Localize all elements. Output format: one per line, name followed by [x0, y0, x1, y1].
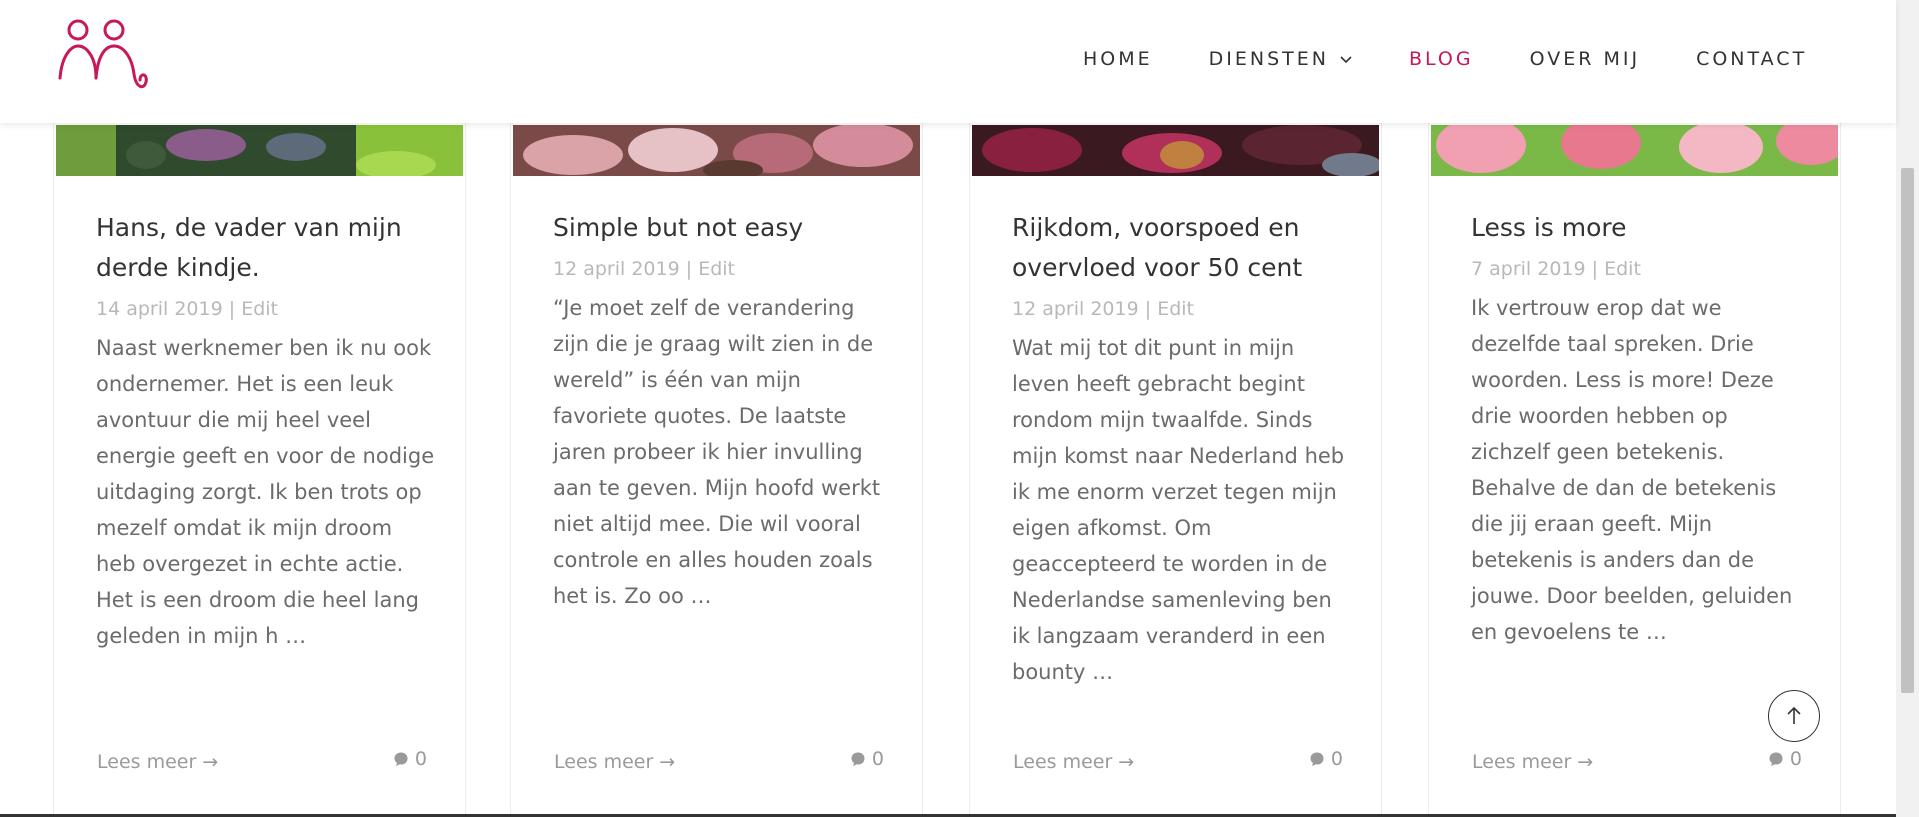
comment-bubble-icon: [1310, 752, 1324, 766]
edit-link[interactable]: Edit: [1157, 298, 1194, 320]
post-thumbnail[interactable]: [513, 125, 920, 176]
site-header: HOME DIENSTEN BLOG OVER MIJ CONTACT: [0, 0, 1896, 123]
meta-separator: |: [228, 298, 242, 320]
edit-link[interactable]: Edit: [698, 258, 735, 280]
comment-count-value: 0: [871, 748, 884, 770]
card-body: Less is more 7 april 2019 | Edit Ik vert…: [1471, 208, 1811, 650]
post-date: 7 april 2019: [1471, 258, 1586, 280]
post-excerpt: Wat mij tot dit punt in mijn leven heeft…: [1012, 336, 1345, 684]
read-more-link[interactable]: Lees meer →: [97, 751, 218, 773]
nav-home[interactable]: HOME: [1083, 48, 1153, 70]
post-date: 14 april 2019: [96, 298, 223, 320]
card-body: Simple but not easy 12 april 2019 | Edit…: [553, 208, 893, 614]
post-thumbnail[interactable]: [972, 125, 1379, 176]
comment-count[interactable]: 0: [850, 748, 884, 770]
card-body: Rijkdom, voorspoed en overvloed voor 50 …: [1012, 208, 1352, 690]
comment-bubble-icon: [851, 752, 865, 766]
edit-link[interactable]: Edit: [241, 298, 278, 320]
comment-count-value: 0: [1789, 748, 1802, 770]
nav-home-label: HOME: [1083, 48, 1153, 70]
post-title[interactable]: Simple but not easy: [553, 208, 893, 248]
blog-card: Rijkdom, voorspoed en overvloed voor 50 …: [969, 100, 1382, 817]
nav-blog-label: BLOG: [1408, 48, 1474, 70]
blog-card: Hans, de vader van mijn derde kindje. 14…: [53, 100, 466, 817]
blog-card: Simple but not easy 12 april 2019 | Edit…: [510, 100, 923, 817]
comment-bubble-icon: [1769, 752, 1783, 766]
nav-blog[interactable]: BLOG: [1409, 48, 1474, 70]
flowers-image: [513, 125, 920, 176]
read-more-link[interactable]: Lees meer →: [1472, 751, 1593, 773]
nav-contact-label: CONTACT: [1696, 48, 1808, 70]
post-excerpt: “Je moet zelf de verandering zijn die je…: [553, 296, 881, 608]
two-figures-logo-icon: [58, 19, 148, 89]
post-excerpt: Naast werknemer ben ik nu ook ondernemer…: [96, 336, 435, 648]
post-thumbnail[interactable]: [56, 125, 463, 176]
site-logo[interactable]: [54, 16, 154, 96]
read-more-link[interactable]: Lees meer →: [1013, 751, 1134, 773]
comment-bubble-icon: [394, 752, 408, 766]
back-to-top-button[interactable]: [1768, 690, 1820, 742]
edit-link[interactable]: Edit: [1604, 258, 1641, 280]
thistle-image: [56, 125, 463, 176]
nav-diensten-label: DIENSTEN: [1208, 48, 1329, 70]
meta-separator: |: [1144, 298, 1158, 320]
main-nav: HOME DIENSTEN BLOG OVER MIJ CONTACT: [1083, 48, 1807, 70]
post-title[interactable]: Less is more: [1471, 208, 1811, 248]
read-more-link[interactable]: Lees meer →: [554, 751, 675, 773]
chevron-down-icon: [1340, 56, 1352, 64]
meta-separator: |: [1591, 258, 1605, 280]
nav-contact[interactable]: CONTACT: [1696, 48, 1807, 70]
card-footer: Lees meer → 0: [97, 748, 427, 781]
arrow-up-icon: [1787, 706, 1801, 724]
scrollbar-thumb[interactable]: [1901, 168, 1914, 693]
post-meta: 14 april 2019 | Edit: [96, 294, 436, 324]
nav-over-mij[interactable]: OVER MIJ: [1530, 48, 1640, 70]
post-title[interactable]: Rijkdom, voorspoed en overvloed voor 50 …: [1012, 208, 1352, 288]
post-meta: 7 april 2019 | Edit: [1471, 254, 1811, 284]
card-footer: Lees meer → 0: [1472, 748, 1802, 781]
card-body: Hans, de vader van mijn derde kindje. 14…: [96, 208, 436, 654]
comment-count[interactable]: 0: [393, 748, 427, 770]
nav-diensten[interactable]: DIENSTEN: [1209, 48, 1353, 70]
tulips-image: [1431, 125, 1838, 176]
comment-count-value: 0: [1330, 748, 1343, 770]
post-meta: 12 april 2019 | Edit: [1012, 294, 1352, 324]
comment-count-value: 0: [414, 748, 427, 770]
post-meta: 12 april 2019 | Edit: [553, 254, 893, 284]
post-excerpt: Ik vertrouw erop dat we dezelfde taal sp…: [1471, 296, 1793, 644]
nav-over-mij-label: OVER MIJ: [1529, 48, 1641, 70]
card-footer: Lees meer → 0: [554, 748, 884, 781]
post-date: 12 april 2019: [553, 258, 680, 280]
comment-count[interactable]: 0: [1768, 748, 1802, 770]
page-scrollbar[interactable]: [1896, 0, 1919, 817]
offering-image: [972, 125, 1379, 176]
post-title[interactable]: Hans, de vader van mijn derde kindje.: [96, 208, 436, 288]
comment-count[interactable]: 0: [1309, 748, 1343, 770]
post-thumbnail[interactable]: [1431, 125, 1838, 176]
post-date: 12 april 2019: [1012, 298, 1139, 320]
meta-separator: |: [685, 258, 699, 280]
card-footer: Lees meer → 0: [1013, 748, 1343, 781]
